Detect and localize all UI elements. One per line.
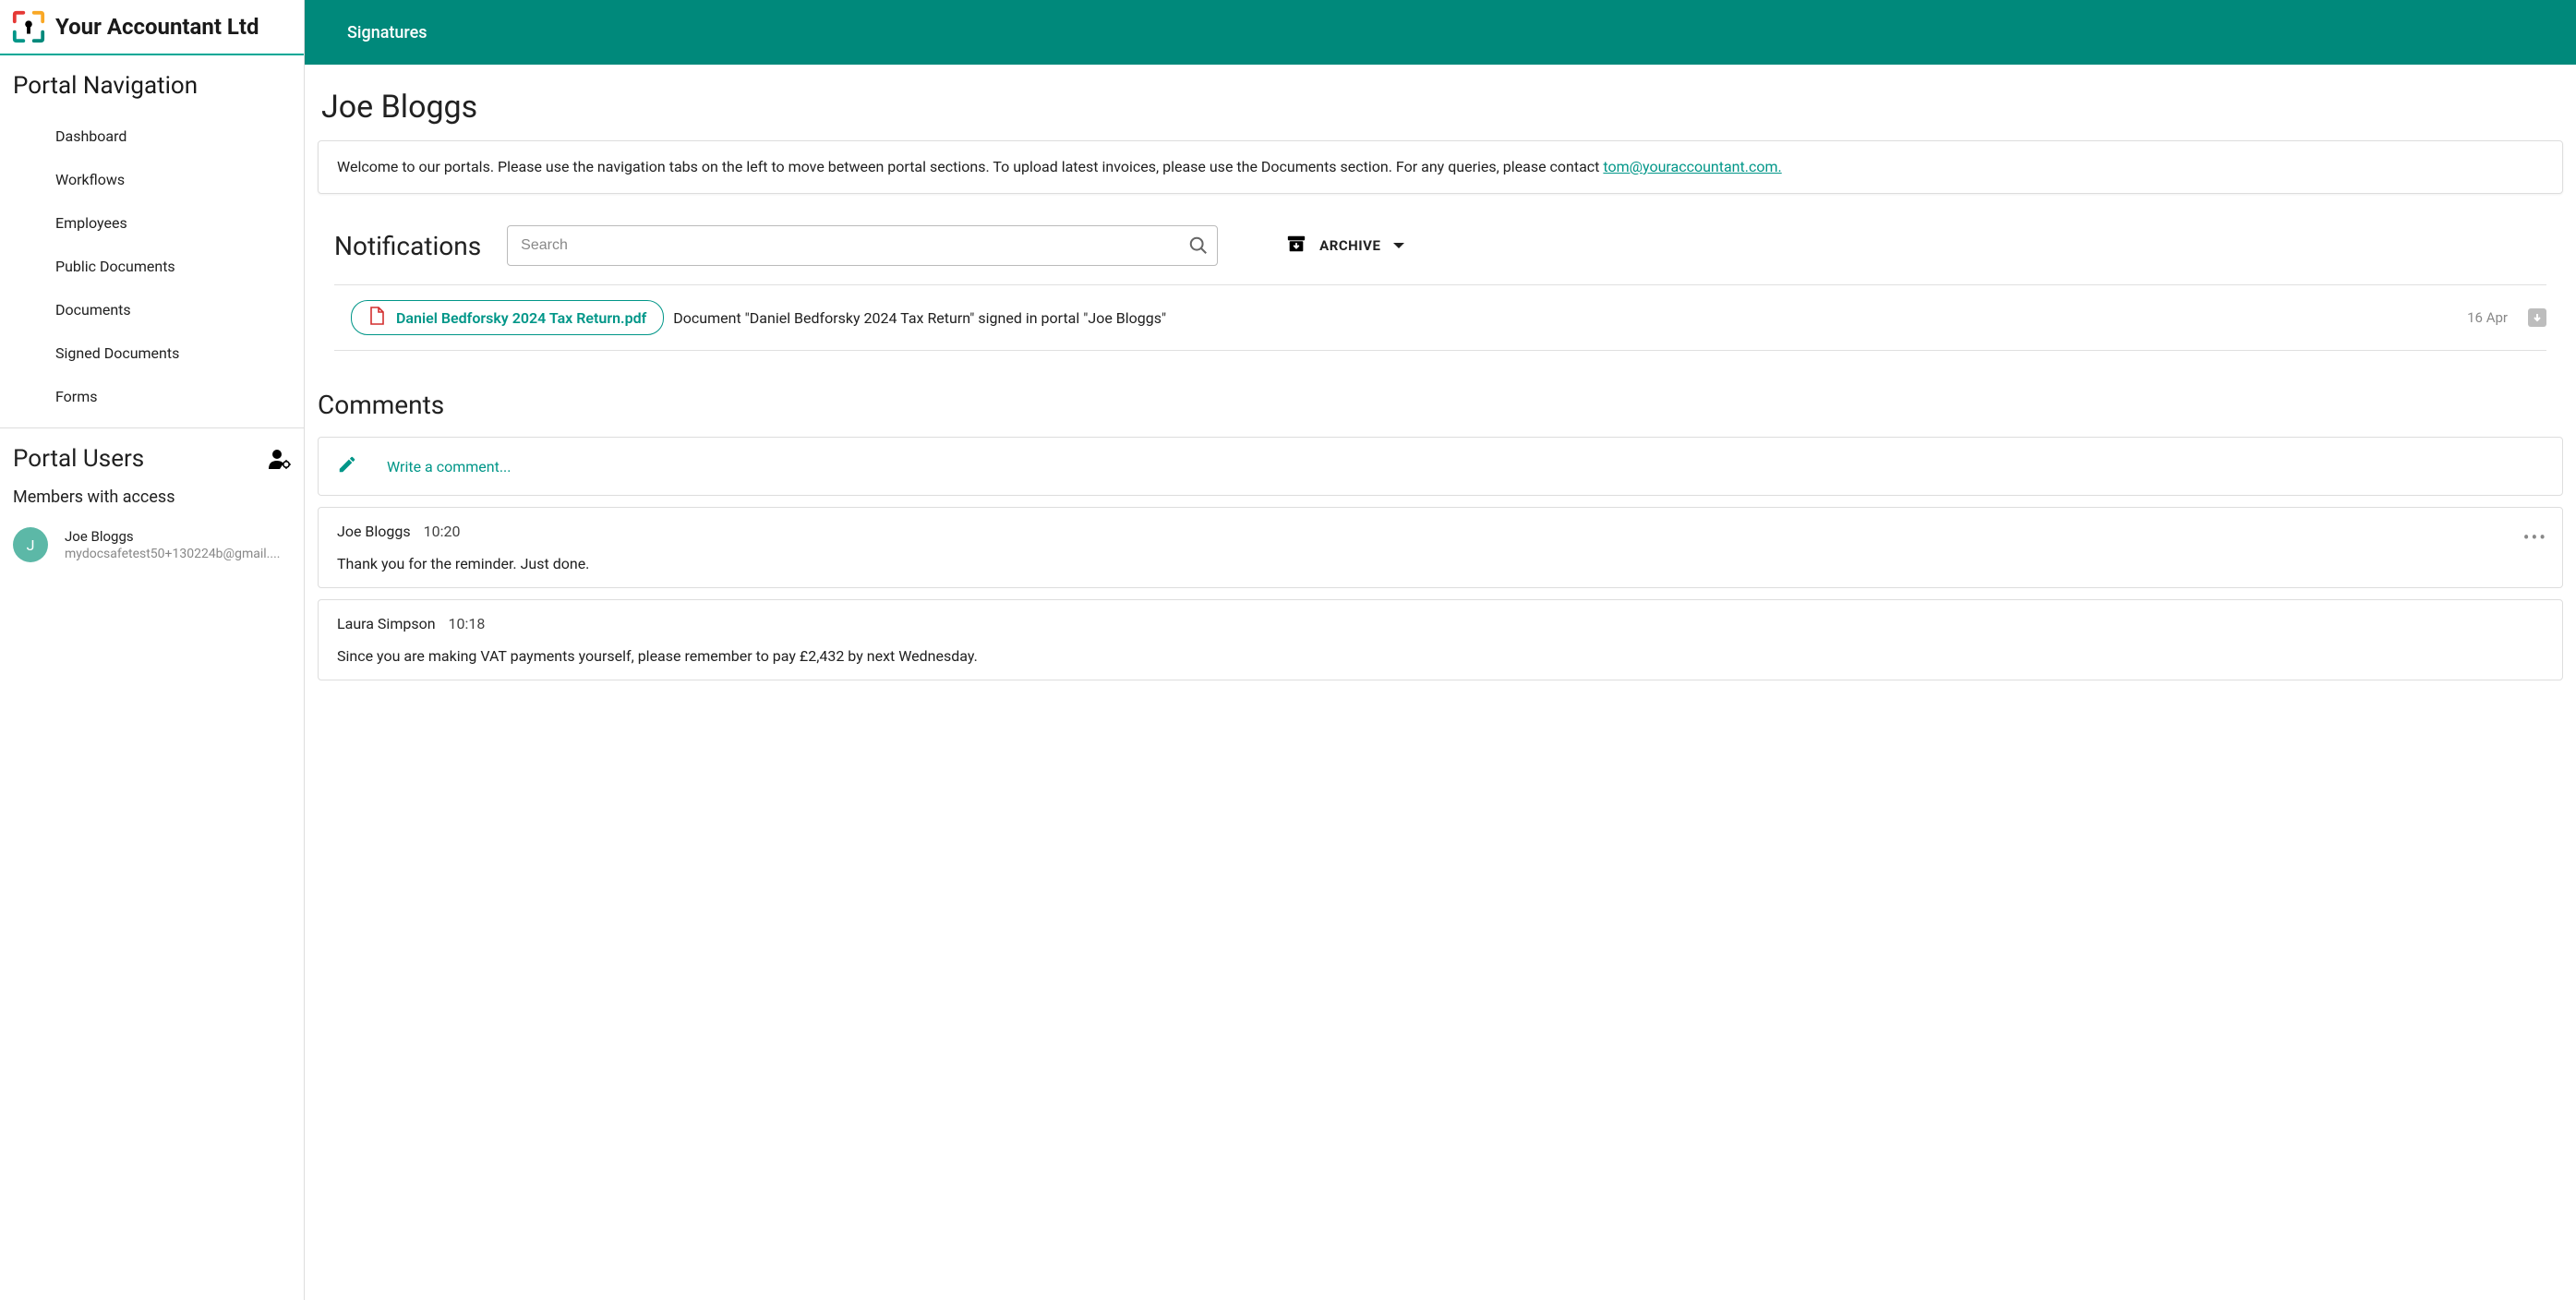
members-label: Members with access (13, 488, 291, 507)
brand-name: Your Accountant Ltd (55, 14, 259, 40)
sidebar-item-dashboard[interactable]: Dashboard (13, 114, 291, 158)
brand-logo-icon (11, 9, 46, 44)
notification-list: Daniel Bedforsky 2024 Tax Return.pdf Doc… (334, 284, 2546, 351)
document-pill[interactable]: Daniel Bedforsky 2024 Tax Return.pdf (351, 300, 664, 335)
comment-author: Laura Simpson (337, 615, 436, 632)
comment-time: 10:18 (449, 615, 486, 632)
chevron-down-icon (1393, 243, 1404, 248)
archive-button[interactable]: ARCHIVE (1286, 234, 1404, 258)
users-section: Portal Users Members w (0, 428, 304, 579)
main: Signatures Joe Bloggs Welcome to our por… (305, 0, 2576, 1300)
comment-body: Since you are making VAT payments yourse… (337, 647, 2544, 665)
portal-user-row[interactable]: J Joe Bloggs mydocsafetest50+130224b@gma… (13, 527, 291, 562)
archive-label: ARCHIVE (1319, 237, 1380, 254)
document-pill-name: Daniel Bedforsky 2024 Tax Return.pdf (396, 309, 646, 327)
comment-card: Joe Bloggs 10:20 Thank you for the remin… (318, 507, 2563, 588)
sidebar-item-forms[interactable]: Forms (13, 375, 291, 418)
notification-message: Document "Daniel Bedforsky 2024 Tax Retu… (673, 309, 1166, 327)
comment-time: 10:20 (424, 523, 461, 540)
welcome-contact-link[interactable]: tom@youraccountant.com. (1603, 158, 1781, 175)
notification-row: Daniel Bedforsky 2024 Tax Return.pdf Doc… (334, 285, 2546, 351)
user-settings-icon[interactable] (267, 449, 291, 469)
sidebar: Your Accountant Ltd Portal Navigation Da… (0, 0, 305, 1300)
nav-heading: Portal Navigation (13, 72, 291, 100)
comment-body: Thank you for the reminder. Just done. (337, 555, 2544, 572)
portal-user-name: Joe Bloggs (65, 528, 291, 545)
avatar: J (13, 527, 48, 562)
archive-icon (1286, 234, 1306, 258)
notifications-section: Notifications (318, 225, 2563, 351)
comment-more-icon[interactable]: ••• (2523, 526, 2547, 548)
notification-date: 16 Apr (2467, 309, 2508, 326)
welcome-box: Welcome to our portals. Please use the n… (318, 140, 2563, 194)
notifications-title: Notifications (334, 231, 481, 261)
comment-compose[interactable]: Write a comment... (318, 437, 2563, 496)
sidebar-item-documents[interactable]: Documents (13, 288, 291, 331)
portal-user-email: mydocsafetest50+130224b@gmail.... (65, 547, 291, 561)
comments-section: Comments Write a comment... Joe Bloggs 1… (318, 390, 2563, 680)
pdf-icon (368, 307, 385, 329)
topbar-signatures[interactable]: Signatures (347, 23, 427, 42)
sidebar-item-signed-documents[interactable]: Signed Documents (13, 331, 291, 375)
compose-placeholder[interactable]: Write a comment... (387, 458, 511, 475)
search-wrap (507, 225, 1218, 266)
sidebar-item-workflows[interactable]: Workflows (13, 158, 291, 201)
brand-block[interactable]: Your Accountant Ltd (0, 0, 304, 55)
sidebar-item-public-documents[interactable]: Public Documents (13, 245, 291, 288)
users-heading: Portal Users (13, 445, 144, 473)
archive-notification-icon[interactable] (2528, 308, 2546, 327)
search-input[interactable] (507, 225, 1218, 266)
comment-author: Joe Bloggs (337, 523, 411, 540)
comments-title: Comments (318, 390, 2563, 420)
pencil-icon (337, 454, 357, 478)
topbar: Signatures (305, 0, 2576, 65)
page-title: Joe Bloggs (321, 89, 2563, 126)
nav-list: Dashboard Workflows Employees Public Doc… (13, 114, 291, 418)
sidebar-item-employees[interactable]: Employees (13, 201, 291, 245)
search-icon[interactable] (1188, 235, 1209, 256)
welcome-text: Welcome to our portals. Please use the n… (337, 158, 1603, 175)
comment-card: Laura Simpson 10:18 Since you are making… (318, 599, 2563, 680)
nav-section: Portal Navigation Dashboard Workflows Em… (0, 55, 304, 427)
